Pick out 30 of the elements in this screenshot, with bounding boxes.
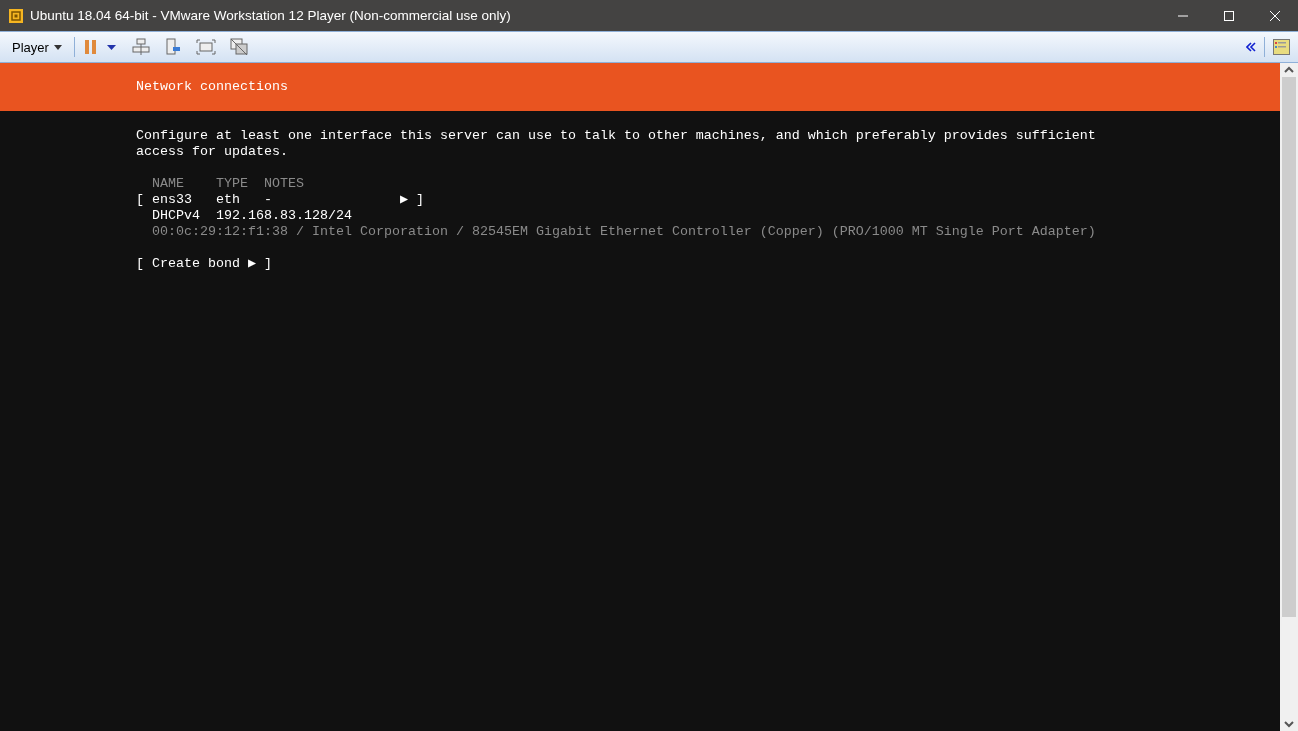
ip-address: 192.168.83.128/24 [216, 208, 352, 224]
address-method: DHCPv4 [152, 208, 200, 224]
column-header: NAME [152, 176, 184, 192]
interface-name[interactable]: ens33 [152, 192, 192, 208]
column-header: NOTES [264, 176, 304, 192]
arrow-text[interactable]: ▶ [400, 192, 409, 208]
interface-details: 00:0c:29:12:f1:38 / Intel Corporation / 82545EM Gigabit Ethernet Controller (Copper) (PRO/1000 MT Single Port Adapter) [152, 224, 1096, 240]
fullscreen-icon[interactable] [195, 39, 216, 55]
notes-icon[interactable] [1273, 39, 1290, 55]
caret-icon [53, 44, 62, 50]
header-title: Network connections [136, 79, 288, 95]
close-icon [1269, 9, 1281, 22]
maximize-icon [1223, 9, 1235, 22]
window-title: Ubuntu 18.04 64-bit - VMware Workstation 12 Player (Non-commercial use only) [30, 8, 512, 23]
app-icon [8, 7, 24, 24]
interface-type: eth [216, 192, 240, 208]
double-chevron-icon[interactable] [1246, 42, 1256, 52]
device-icon[interactable] [163, 38, 182, 56]
bracket-text: ] [416, 192, 424, 208]
pause-button[interactable] [82, 39, 99, 55]
network-icon[interactable] [131, 38, 150, 56]
intro-text: Configure at least one interface this server can use to talk to other machines, and which preferably provides sufficient access for updates. [136, 128, 1097, 160]
create-bond-button[interactable]: [ Create bond ▶ ] [136, 256, 272, 272]
interface-notes: - [264, 192, 272, 208]
player-menu[interactable]: Player [8, 39, 66, 55]
bracket-text: [ [136, 192, 144, 208]
caret-icon[interactable] [106, 44, 116, 50]
scrollbar[interactable] [1280, 63, 1298, 731]
unity-icon[interactable] [229, 38, 248, 56]
column-header: TYPE [216, 176, 248, 192]
